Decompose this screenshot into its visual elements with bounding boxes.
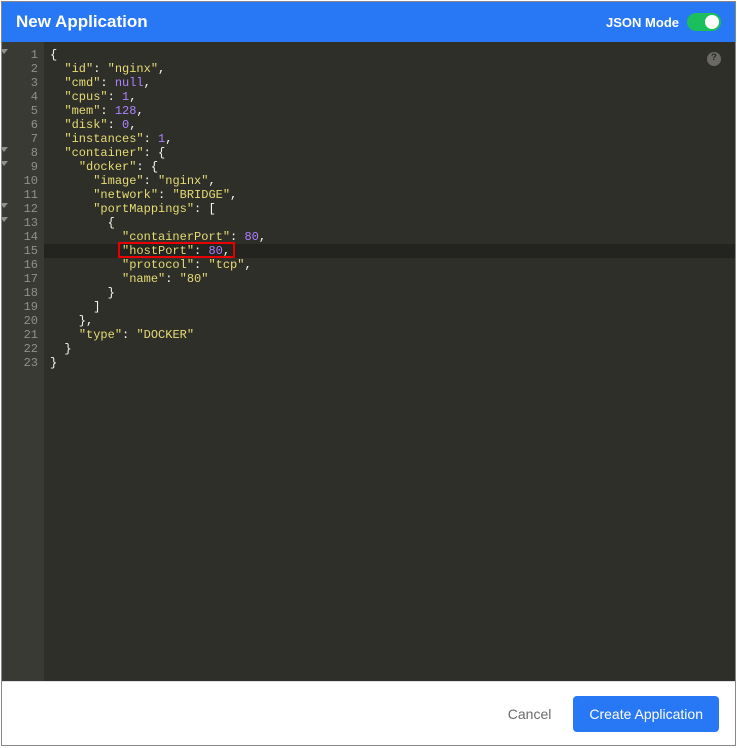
code-line[interactable]: "id": "nginx", <box>50 62 735 76</box>
line-number: 2 <box>2 62 38 76</box>
code-line[interactable]: "docker": { <box>50 160 735 174</box>
line-number: 21 <box>2 328 38 342</box>
code-line[interactable]: "protocol": "tcp", <box>50 258 735 272</box>
code-line[interactable]: } <box>50 286 735 300</box>
line-number: 8 <box>2 146 38 160</box>
new-application-dialog: New Application JSON Mode 12345678910111… <box>1 1 736 746</box>
fold-icon[interactable] <box>2 217 8 222</box>
code-line[interactable]: ] <box>50 300 735 314</box>
dialog-footer: Cancel Create Application <box>2 681 735 745</box>
json-mode-control: JSON Mode <box>606 13 721 31</box>
code-line[interactable]: "network": "BRIDGE", <box>50 188 735 202</box>
line-number: 13 <box>2 216 38 230</box>
line-number: 4 <box>2 90 38 104</box>
code-line[interactable]: "hostPort": 80, <box>50 244 735 258</box>
code-line[interactable]: }, <box>50 314 735 328</box>
code-line[interactable]: { <box>50 216 735 230</box>
line-number: 12 <box>2 202 38 216</box>
dialog-header: New Application JSON Mode <box>2 2 735 42</box>
line-number: 17 <box>2 272 38 286</box>
line-number: 9 <box>2 160 38 174</box>
line-number: 1 <box>2 48 38 62</box>
line-number: 23 <box>2 356 38 370</box>
line-number: 14 <box>2 230 38 244</box>
json-mode-toggle[interactable] <box>687 13 721 31</box>
line-number: 11 <box>2 188 38 202</box>
dialog-title: New Application <box>16 12 148 32</box>
code-line[interactable]: "portMappings": [ <box>50 202 735 216</box>
line-number: 7 <box>2 132 38 146</box>
code-line[interactable]: "cpus": 1, <box>50 90 735 104</box>
fold-icon[interactable] <box>2 161 8 166</box>
code-line[interactable]: { <box>50 48 735 62</box>
line-number: 18 <box>2 286 38 300</box>
fold-icon[interactable] <box>2 203 8 208</box>
toggle-knob <box>705 15 719 29</box>
json-editor[interactable]: 1234567891011121314151617181920212223 { … <box>2 42 735 681</box>
code-line[interactable]: "container": { <box>50 146 735 160</box>
code-line[interactable]: } <box>50 342 735 356</box>
line-number: 22 <box>2 342 38 356</box>
json-mode-label: JSON Mode <box>606 15 679 30</box>
fold-icon[interactable] <box>2 147 8 152</box>
code-line[interactable]: "type": "DOCKER" <box>50 328 735 342</box>
code-line[interactable]: "containerPort": 80, <box>50 230 735 244</box>
code-line[interactable]: "disk": 0, <box>50 118 735 132</box>
line-number: 5 <box>2 104 38 118</box>
line-number: 20 <box>2 314 38 328</box>
code-line[interactable]: "name": "80" <box>50 272 735 286</box>
code-line[interactable]: "cmd": null, <box>50 76 735 90</box>
help-icon[interactable]: ? <box>707 52 721 66</box>
line-number: 16 <box>2 258 38 272</box>
line-number: 6 <box>2 118 38 132</box>
line-number: 10 <box>2 174 38 188</box>
code-line[interactable]: "image": "nginx", <box>50 174 735 188</box>
code-line[interactable]: } <box>50 356 735 370</box>
code-line[interactable]: "mem": 128, <box>50 104 735 118</box>
code-line[interactable]: "instances": 1, <box>50 132 735 146</box>
fold-icon[interactable] <box>2 49 8 54</box>
line-number-gutter: 1234567891011121314151617181920212223 <box>2 42 44 681</box>
create-application-button[interactable]: Create Application <box>573 696 719 732</box>
line-number: 15 <box>2 244 38 258</box>
line-number: 19 <box>2 300 38 314</box>
code-area[interactable]: { "id": "nginx", "cmd": null, "cpus": 1,… <box>44 42 735 681</box>
cancel-button[interactable]: Cancel <box>492 696 568 732</box>
line-number: 3 <box>2 76 38 90</box>
